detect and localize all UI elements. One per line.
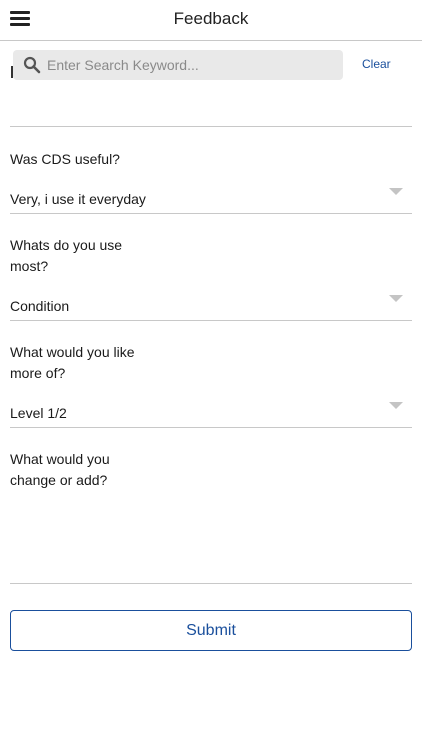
more-of-select[interactable]: Level 1/2	[10, 402, 412, 428]
question-change-or-add-label: What would you change or add?	[10, 451, 110, 488]
app-header: Feedback	[0, 0, 422, 41]
submit-button[interactable]: Submit	[10, 610, 412, 651]
search-bar: Clear	[0, 44, 422, 88]
question-cds-useful-label: Was CDS useful?	[10, 151, 120, 167]
clear-button[interactable]: Clear	[362, 57, 391, 71]
chevron-down-icon	[389, 295, 403, 302]
chevron-down-icon	[389, 402, 403, 409]
chevron-down-icon	[389, 188, 403, 195]
textarea-underline	[10, 583, 412, 584]
more-of-selected-value: Level 1/2	[10, 405, 67, 421]
use-most-select[interactable]: Condition	[10, 295, 412, 321]
cds-useful-selected-value: Very, i use it everyday	[10, 191, 146, 207]
page-title: Feedback	[173, 9, 249, 28]
search-icon	[23, 56, 41, 74]
divider	[10, 126, 412, 127]
cds-useful-select[interactable]: Very, i use it everyday	[10, 188, 412, 214]
use-most-selected-value: Condition	[10, 298, 70, 314]
search-input[interactable]	[47, 50, 337, 80]
question-more-of-label: What would you like more of?	[10, 344, 135, 381]
change-or-add-textarea[interactable]	[10, 500, 412, 580]
question-use-most-label: Whats do you use most?	[10, 237, 123, 274]
search-field-container[interactable]	[13, 50, 343, 80]
